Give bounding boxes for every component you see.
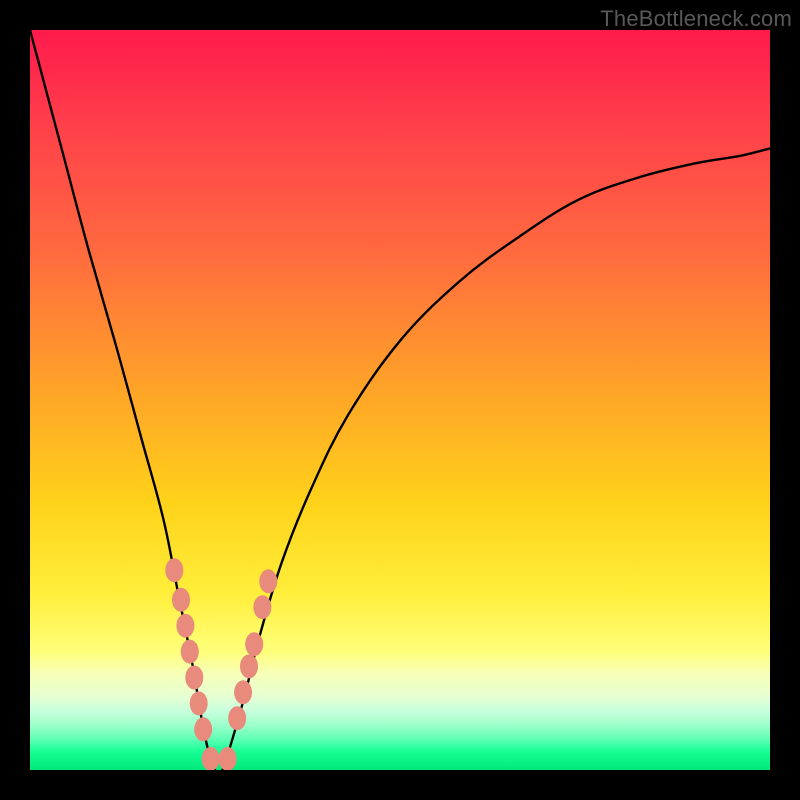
curve-marker [202,747,220,770]
curve-marker [185,666,203,690]
curve-marker [245,632,263,656]
curve-marker [172,588,190,612]
curve-marker [219,747,237,770]
curve-marker [176,614,194,638]
curve-marker [253,595,271,619]
curve-marker [190,691,208,715]
curve-marker [259,569,277,593]
curve-layer [30,30,770,770]
curve-marker [165,558,183,582]
curve-marker [228,706,246,730]
curve-marker [194,717,212,741]
marker-group [165,558,277,770]
plot-area [30,30,770,770]
chart-frame: TheBottleneck.com [0,0,800,800]
curve-marker [181,640,199,664]
curve-marker [234,680,252,704]
bottleneck-curve [30,30,770,770]
curve-marker [240,654,258,678]
watermark-text: TheBottleneck.com [600,6,792,32]
